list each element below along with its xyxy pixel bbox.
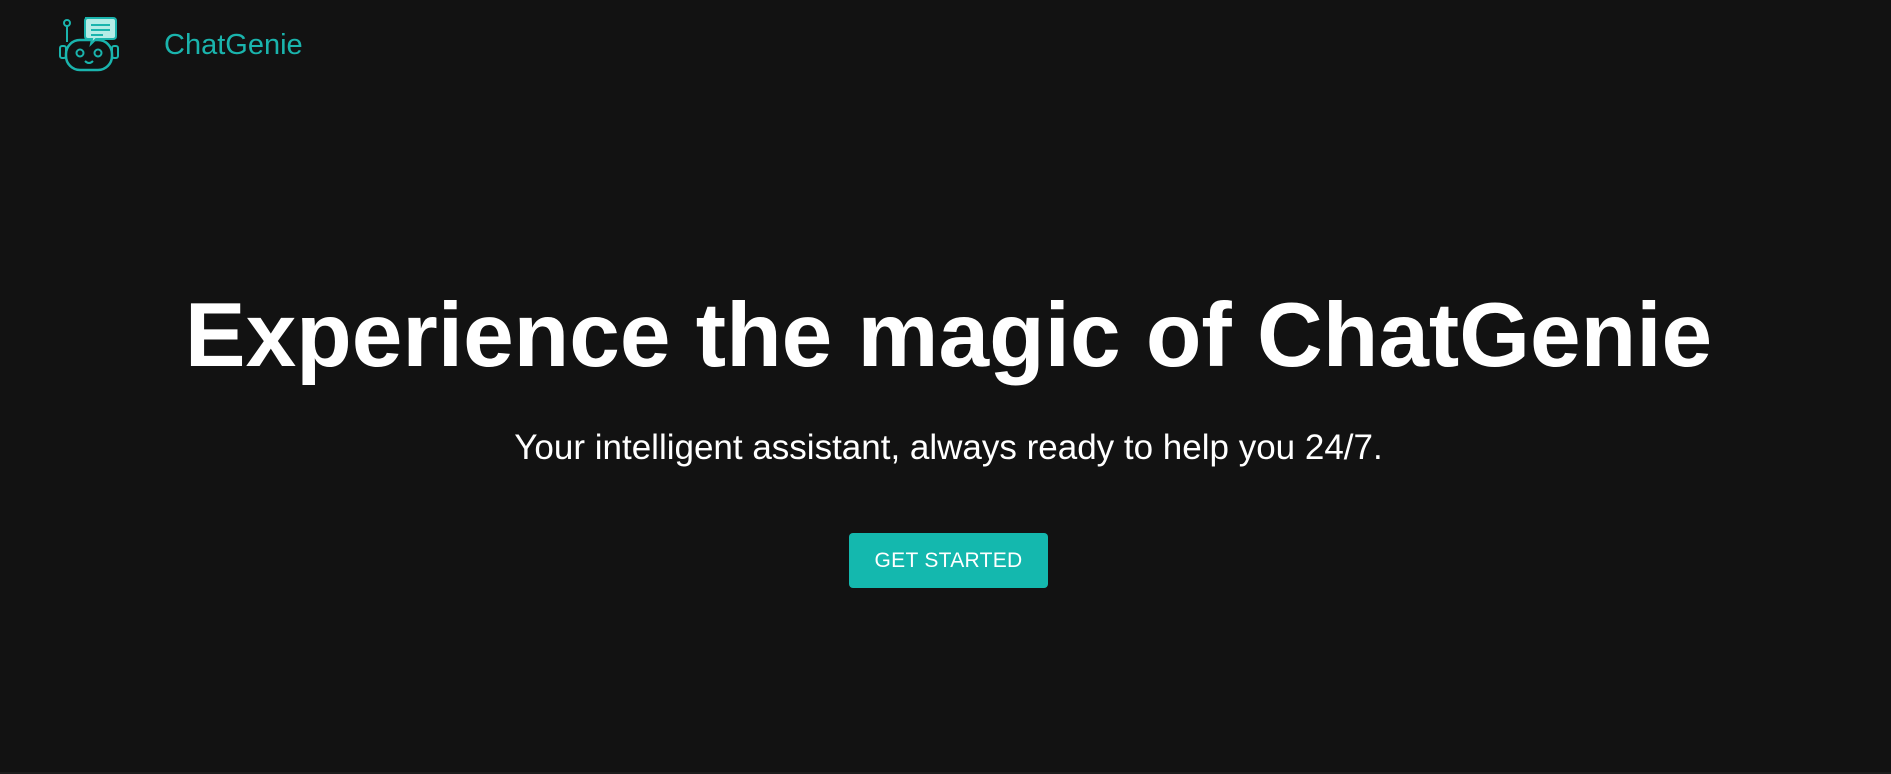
top-nav: ChatGenie — [0, 0, 1891, 96]
get-started-button[interactable]: GET STARTED — [849, 533, 1048, 588]
robot-chat-icon[interactable] — [58, 16, 120, 72]
landing-page: ChatGenie Experience the magic of ChatGe… — [0, 0, 1891, 774]
hero-subtitle: Your intelligent assistant, always ready… — [514, 428, 1383, 467]
brand-link[interactable]: ChatGenie — [164, 29, 303, 62]
hero-title: Experience the magic of ChatGenie — [184, 285, 1713, 386]
